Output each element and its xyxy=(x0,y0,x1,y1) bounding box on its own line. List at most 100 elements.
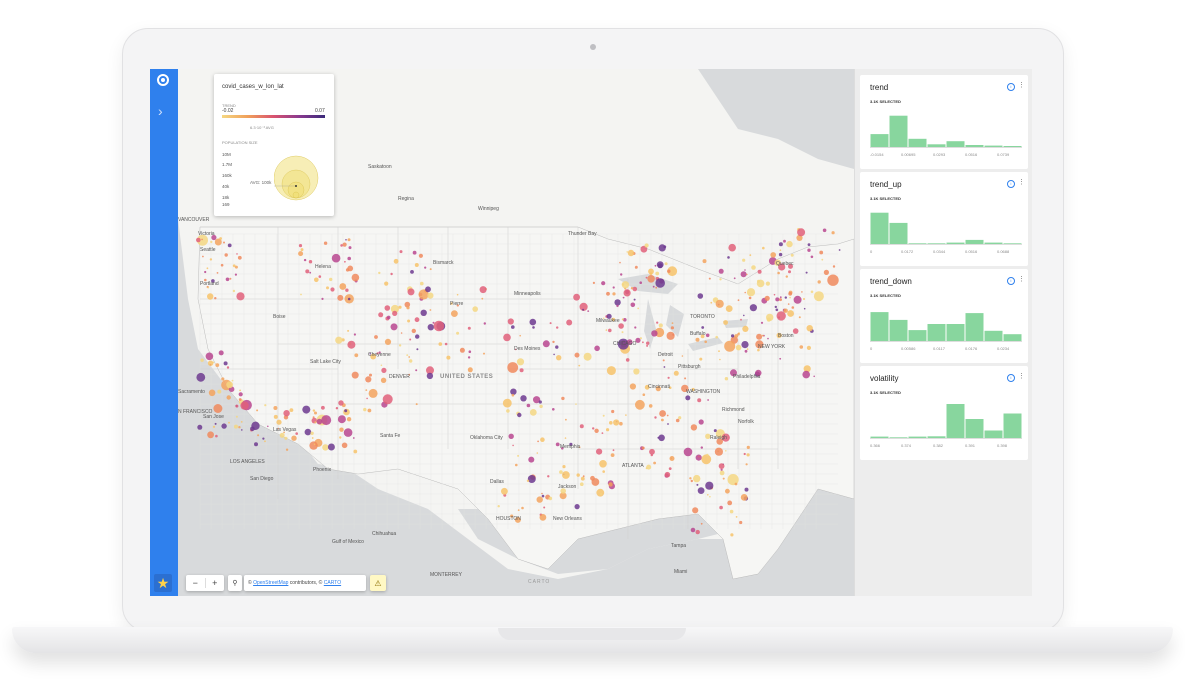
chevron-right-icon[interactable]: › xyxy=(158,103,163,119)
county-bubble xyxy=(347,329,350,332)
county-bubble xyxy=(257,434,260,437)
axis-tick-label: 0.00586 xyxy=(901,346,916,351)
carto-link[interactable]: CARTO xyxy=(324,580,341,586)
county-bubble xyxy=(228,421,230,424)
histogram[interactable] xyxy=(870,109,1022,151)
histogram-bar[interactable] xyxy=(908,138,927,147)
histogram-bar[interactable] xyxy=(927,324,946,341)
county-bubble xyxy=(204,270,207,274)
histogram-bar[interactable] xyxy=(908,243,927,244)
histogram-bar[interactable] xyxy=(927,436,946,438)
histogram-bar[interactable] xyxy=(889,222,908,244)
county-bubble xyxy=(751,265,756,270)
zoom-out-button[interactable]: − xyxy=(186,578,206,588)
histogram-bar[interactable] xyxy=(908,436,927,438)
county-bubble xyxy=(380,377,387,383)
histogram-bar[interactable] xyxy=(984,430,1003,439)
zoom-in-button[interactable]: + xyxy=(206,578,225,588)
map-canvas[interactable]: VANCOUVER Victoria Seattle Portland Boise Hel… xyxy=(178,69,854,596)
city-label: NEW YORK xyxy=(758,344,786,350)
histogram[interactable] xyxy=(870,303,1022,345)
county-bubble xyxy=(202,255,204,258)
more-options-icon[interactable]: ⋮ xyxy=(1018,81,1025,89)
search-icon[interactable]: ⚲ xyxy=(228,575,242,591)
city-label: Cheyenne xyxy=(368,352,391,358)
histogram-bar[interactable] xyxy=(1003,334,1022,341)
trend-min: -0.02 xyxy=(222,108,234,114)
county-bubble xyxy=(707,399,709,401)
county-bubble xyxy=(761,334,764,337)
county-bubble xyxy=(345,288,349,292)
county-bubble xyxy=(807,248,811,252)
county-bubble xyxy=(238,426,241,429)
more-options-icon[interactable]: ⋮ xyxy=(1018,372,1025,380)
county-bubble xyxy=(502,398,512,408)
warning-icon[interactable]: ⚠ xyxy=(370,575,386,591)
county-bubble xyxy=(626,251,628,253)
county-bubble xyxy=(667,269,671,273)
county-bubble xyxy=(378,312,384,318)
histogram-bar[interactable] xyxy=(1003,146,1022,147)
carto-logo-icon[interactable] xyxy=(157,74,169,86)
histogram-bar[interactable] xyxy=(870,212,889,244)
histogram-bar[interactable] xyxy=(927,144,946,147)
info-icon[interactable]: i xyxy=(1007,277,1015,285)
widget-card-trend-up: trend_up i ⋮ 3.1K SELECTED 0 0.0172 0.0344 0.05… xyxy=(860,172,1028,266)
county-bubble xyxy=(239,389,241,392)
histogram-bar[interactable] xyxy=(946,324,965,341)
county-bubble xyxy=(420,309,427,316)
info-icon[interactable]: i xyxy=(1007,374,1015,382)
histogram-bar[interactable] xyxy=(965,145,984,147)
histogram-bar[interactable] xyxy=(889,437,908,438)
county-bubble xyxy=(519,368,524,373)
histogram-bar[interactable] xyxy=(870,312,889,341)
histogram-bar[interactable] xyxy=(870,436,889,438)
county-bubble xyxy=(670,457,673,460)
histogram[interactable] xyxy=(870,400,1022,442)
histogram-bar[interactable] xyxy=(1003,413,1022,439)
histogram-bar[interactable] xyxy=(946,404,965,438)
histogram-bar[interactable] xyxy=(889,319,908,341)
info-icon[interactable]: i xyxy=(1007,180,1015,188)
histogram-bar[interactable] xyxy=(1003,243,1022,244)
county-bubble xyxy=(367,408,372,413)
county-bubble xyxy=(353,449,358,454)
county-bubble xyxy=(264,404,267,407)
county-bubble xyxy=(365,376,372,383)
city-label: CHICAGO xyxy=(613,341,637,347)
county-bubble xyxy=(587,310,590,312)
county-bubble xyxy=(776,311,786,321)
histogram-bar[interactable] xyxy=(984,242,1003,244)
county-bubble xyxy=(801,291,803,293)
histogram-bar[interactable] xyxy=(908,330,927,341)
county-bubble xyxy=(770,252,776,258)
axis-tick-label: 0.0172 xyxy=(901,249,914,254)
histogram-bar[interactable] xyxy=(870,134,889,147)
county-bubble xyxy=(699,357,703,361)
histogram-bar[interactable] xyxy=(965,419,984,438)
histogram-bar[interactable] xyxy=(984,330,1003,341)
info-icon[interactable]: i xyxy=(1007,83,1015,91)
histogram-bar[interactable] xyxy=(965,239,984,244)
more-options-icon[interactable]: ⋮ xyxy=(1018,178,1025,186)
county-bubble xyxy=(298,251,304,257)
histogram-bar[interactable] xyxy=(927,243,946,244)
county-bubble xyxy=(764,295,770,301)
histogram-bar[interactable] xyxy=(965,313,984,341)
county-bubble xyxy=(438,342,443,346)
county-bubble xyxy=(806,325,813,332)
histogram-bar[interactable] xyxy=(889,115,908,147)
county-bubble xyxy=(805,271,808,274)
histogram-bar[interactable] xyxy=(946,242,965,244)
histogram[interactable] xyxy=(870,206,1022,248)
more-options-icon[interactable]: ⋮ xyxy=(1018,275,1025,283)
star-icon[interactable]: ★ xyxy=(154,574,172,592)
histogram-bar[interactable] xyxy=(946,141,965,147)
osm-link[interactable]: OpenStreetMap xyxy=(253,580,288,586)
county-bubble xyxy=(226,395,231,400)
county-bubble xyxy=(746,288,756,297)
axis-tick-label: 0.0117 xyxy=(933,346,945,351)
county-bubble xyxy=(351,371,359,379)
histogram-bar[interactable] xyxy=(984,145,1003,147)
county-bubble xyxy=(746,453,750,457)
